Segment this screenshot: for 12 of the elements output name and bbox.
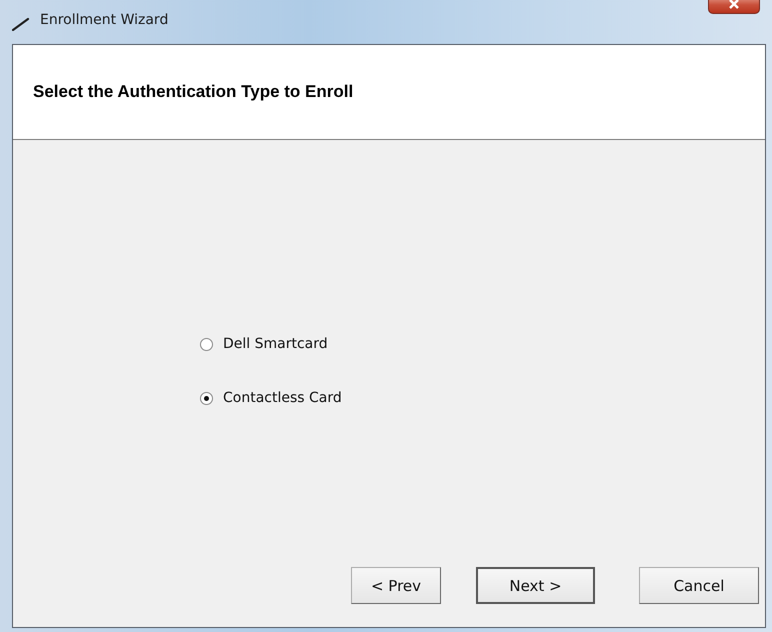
cancel-button[interactable]: Cancel [639,567,759,604]
radio-button[interactable] [200,338,213,350]
window-title: Enrollment Wizard [40,12,168,28]
pen-icon [12,17,30,31]
close-button[interactable] [708,0,760,14]
prev-button[interactable]: < Prev [351,567,441,604]
radio-option[interactable]: Contactless Card [200,390,342,406]
radio-option[interactable]: Dell Smartcard [200,336,328,352]
close-icon [728,0,740,9]
radio-button[interactable] [200,392,213,404]
page-heading: Select the Authentication Type to Enroll [33,82,354,102]
next-button[interactable]: Next > [476,567,595,604]
